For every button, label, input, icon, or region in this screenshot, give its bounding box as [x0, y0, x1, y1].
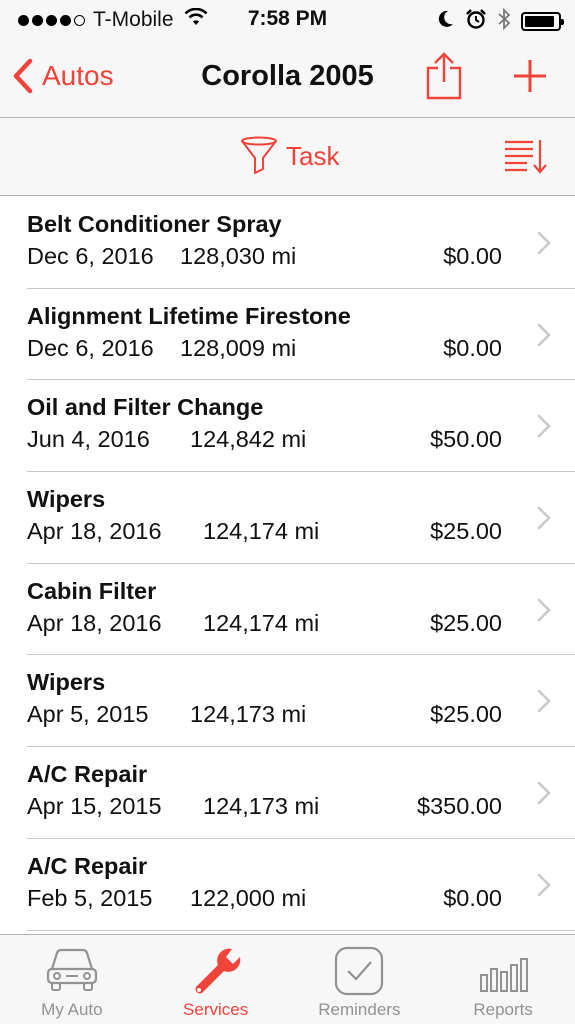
service-cost: $25.00 — [430, 609, 502, 636]
service-mileage: 124,173 mi — [203, 793, 320, 820]
moon-icon — [437, 9, 455, 34]
service-title: Wipers — [27, 669, 106, 696]
car-icon — [44, 945, 100, 998]
chevron-right-icon — [537, 598, 551, 621]
chevron-right-icon — [537, 231, 551, 255]
service-date: Apr 15, 2015 — [27, 793, 162, 820]
service-cost: $25.00 — [430, 518, 502, 545]
service-mileage: 124,173 mi — [190, 701, 307, 728]
service-cost: $50.00 — [430, 426, 502, 453]
service-row[interactable]: Belt Conditioner Spray Dec 6, 2016 128,030… — [27, 197, 575, 289]
checkmark-icon — [333, 945, 385, 1002]
tab-reports[interactable]: Reports — [431, 935, 575, 1024]
share-button[interactable] — [424, 52, 464, 105]
navigation-bar: Autos Corolla 2005 — [0, 40, 575, 118]
service-cost: $25.00 — [430, 701, 502, 728]
service-title: Belt Conditioner Spray — [27, 211, 282, 237]
sort-button[interactable] — [503, 138, 547, 179]
tab-services[interactable]: Services — [144, 935, 288, 1024]
service-row[interactable]: A/C Repair Apr 15, 2015 124,173 mi $350.00 — [27, 747, 575, 839]
service-title: Wipers — [27, 486, 106, 513]
service-mileage: 128,030 mi — [180, 243, 297, 269]
chevron-right-icon — [537, 873, 551, 897]
battery-icon — [521, 12, 564, 31]
chevron-right-icon — [537, 781, 551, 805]
page-title: Corolla 2005 — [201, 60, 374, 92]
service-row[interactable]: Oil and Filter Change Jun 4, 2016 124,842 … — [27, 380, 575, 473]
service-date: Apr 18, 2016 — [27, 518, 162, 545]
battery-level — [525, 16, 554, 27]
service-title: Alignment Lifetime Firestone — [27, 302, 351, 329]
tab-bar: My Auto Services Reminders Reports — [0, 934, 575, 1024]
service-date: Feb 5, 2015 — [27, 884, 153, 911]
service-mileage: 124,842 mi — [190, 426, 307, 453]
plus-icon — [514, 60, 546, 92]
service-date: Apr 5, 2015 — [27, 701, 149, 728]
service-title: A/C Repair — [27, 852, 148, 879]
service-cost: $0.00 — [443, 334, 502, 361]
chevron-right-icon — [537, 690, 551, 713]
filter-bar: Task — [0, 118, 575, 196]
service-date: Jun 4, 2016 — [27, 426, 150, 453]
service-cost: $350.00 — [417, 793, 502, 820]
tab-label: My Auto — [41, 1000, 103, 1019]
add-service-button[interactable] — [512, 58, 548, 99]
service-cost: $0.00 — [443, 243, 502, 269]
service-date: Apr 18, 2016 — [27, 609, 162, 636]
bluetooth-icon — [497, 7, 511, 35]
chevron-right-icon — [537, 415, 551, 438]
status-bar: T-Mobile 7:58 PM — [0, 0, 575, 40]
service-mileage: 124,174 mi — [203, 518, 320, 545]
service-mileage: 128,009 mi — [180, 334, 297, 361]
status-right — [437, 7, 564, 35]
service-title: Oil and Filter Change — [27, 394, 264, 421]
chevron-right-icon — [537, 323, 551, 346]
tab-label: Services — [183, 1000, 249, 1019]
service-cost: $0.00 — [443, 884, 502, 911]
service-date: Dec 6, 2016 — [27, 334, 154, 361]
service-row[interactable]: Alignment Lifetime Firestone Dec 6, 2016 1… — [27, 289, 575, 381]
tab-label: Reminders — [318, 1000, 401, 1019]
share-icon — [426, 52, 462, 100]
wrench-icon — [188, 945, 244, 1002]
service-row[interactable]: Wipers Apr 5, 2015 124,173 mi $25.00 — [27, 655, 575, 748]
service-row[interactable]: Cabin Filter Apr 18, 2016 124,174 mi $25.00 — [27, 564, 575, 656]
funnel-icon — [241, 136, 277, 174]
service-date: Dec 6, 2016 — [27, 243, 154, 269]
service-mileage: 124,174 mi — [203, 609, 320, 636]
tab-label: Reports — [473, 1000, 533, 1019]
tab-my-auto[interactable]: My Auto — [0, 935, 144, 1024]
service-row[interactable]: A/C Repair Feb 5, 2015 122,000 mi $0.00 — [27, 839, 575, 931]
service-mileage: 122,000 mi — [190, 884, 307, 911]
sort-list-icon — [505, 140, 547, 174]
alarm-icon — [465, 8, 487, 35]
chevron-right-icon — [537, 506, 551, 530]
service-row[interactable]: Wipers Apr 18, 2016 124,174 mi $25.00 — [27, 472, 575, 564]
filter-task-button[interactable]: Task — [240, 136, 339, 176]
services-list: Belt Conditioner Spray Dec 6, 2016 128,030… — [0, 197, 575, 931]
tab-reminders[interactable]: Reminders — [288, 935, 432, 1024]
filter-label: Task — [286, 140, 340, 171]
service-title: A/C Repair — [27, 761, 148, 788]
bar-chart-icon — [475, 945, 531, 998]
service-title: Cabin Filter — [27, 577, 157, 604]
